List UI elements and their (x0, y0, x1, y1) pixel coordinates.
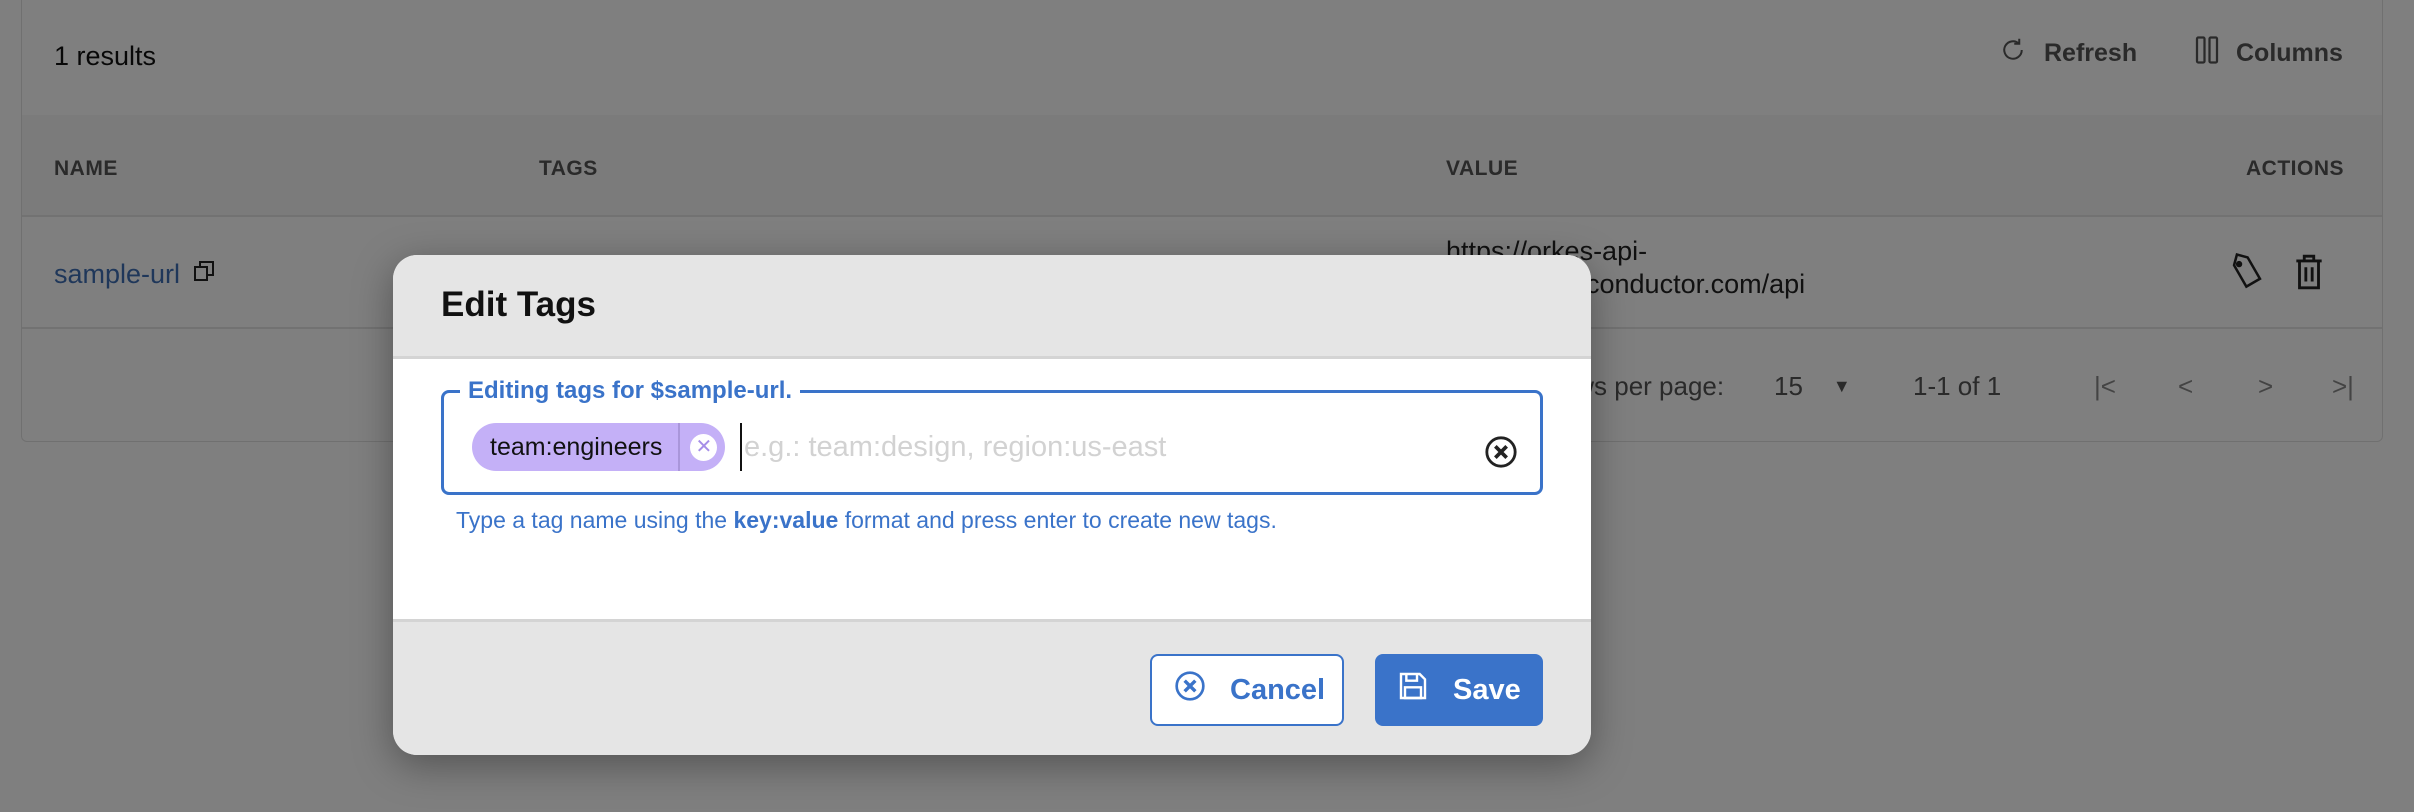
dialog-title: Edit Tags (441, 285, 596, 324)
tags-field[interactable]: Editing tags for $sample-url. team:engin… (441, 377, 1543, 495)
helper-prefix: Type a tag name using the (456, 507, 734, 533)
tags-field-legend: Editing tags for $sample-url. (468, 377, 793, 404)
cancel-button[interactable]: Cancel (1150, 654, 1344, 726)
tag-input[interactable] (740, 423, 1440, 471)
cancel-icon (1174, 670, 1206, 710)
cancel-label: Cancel (1230, 673, 1326, 706)
clear-all-icon[interactable] (1484, 435, 1518, 474)
save-button[interactable]: Save (1375, 654, 1543, 726)
helper-text: Type a tag name using the key:value form… (456, 507, 1277, 534)
save-icon (1397, 669, 1429, 711)
save-label: Save (1453, 673, 1521, 706)
helper-suffix: format and press enter to create new tag… (838, 507, 1277, 533)
dialog-footer: Cancel Save (393, 619, 1591, 755)
helper-bold: key:value (733, 507, 839, 533)
edit-tags-dialog: Edit Tags Editing tags for $sample-url. … (393, 255, 1591, 755)
dialog-header: Edit Tags (393, 255, 1591, 359)
tag-chip-label: team:engineers (472, 423, 681, 471)
tag-chip: team:engineers ✕ (472, 423, 726, 471)
dialog-body: Editing tags for $sample-url. team:engin… (393, 359, 1591, 622)
remove-tag-icon[interactable]: ✕ (690, 433, 718, 461)
